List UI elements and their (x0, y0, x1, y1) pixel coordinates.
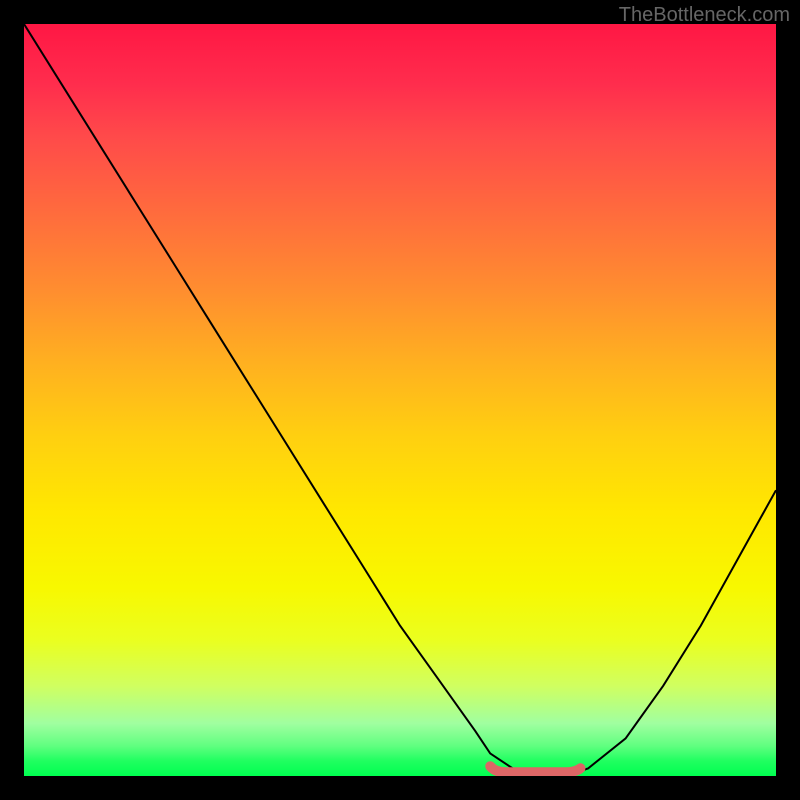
optimal-range-mark (490, 766, 580, 772)
bottleneck-curve-line (24, 24, 776, 776)
watermark-text: TheBottleneck.com (619, 4, 790, 27)
chart-svg (24, 24, 776, 776)
chart-plot-area (24, 24, 776, 776)
